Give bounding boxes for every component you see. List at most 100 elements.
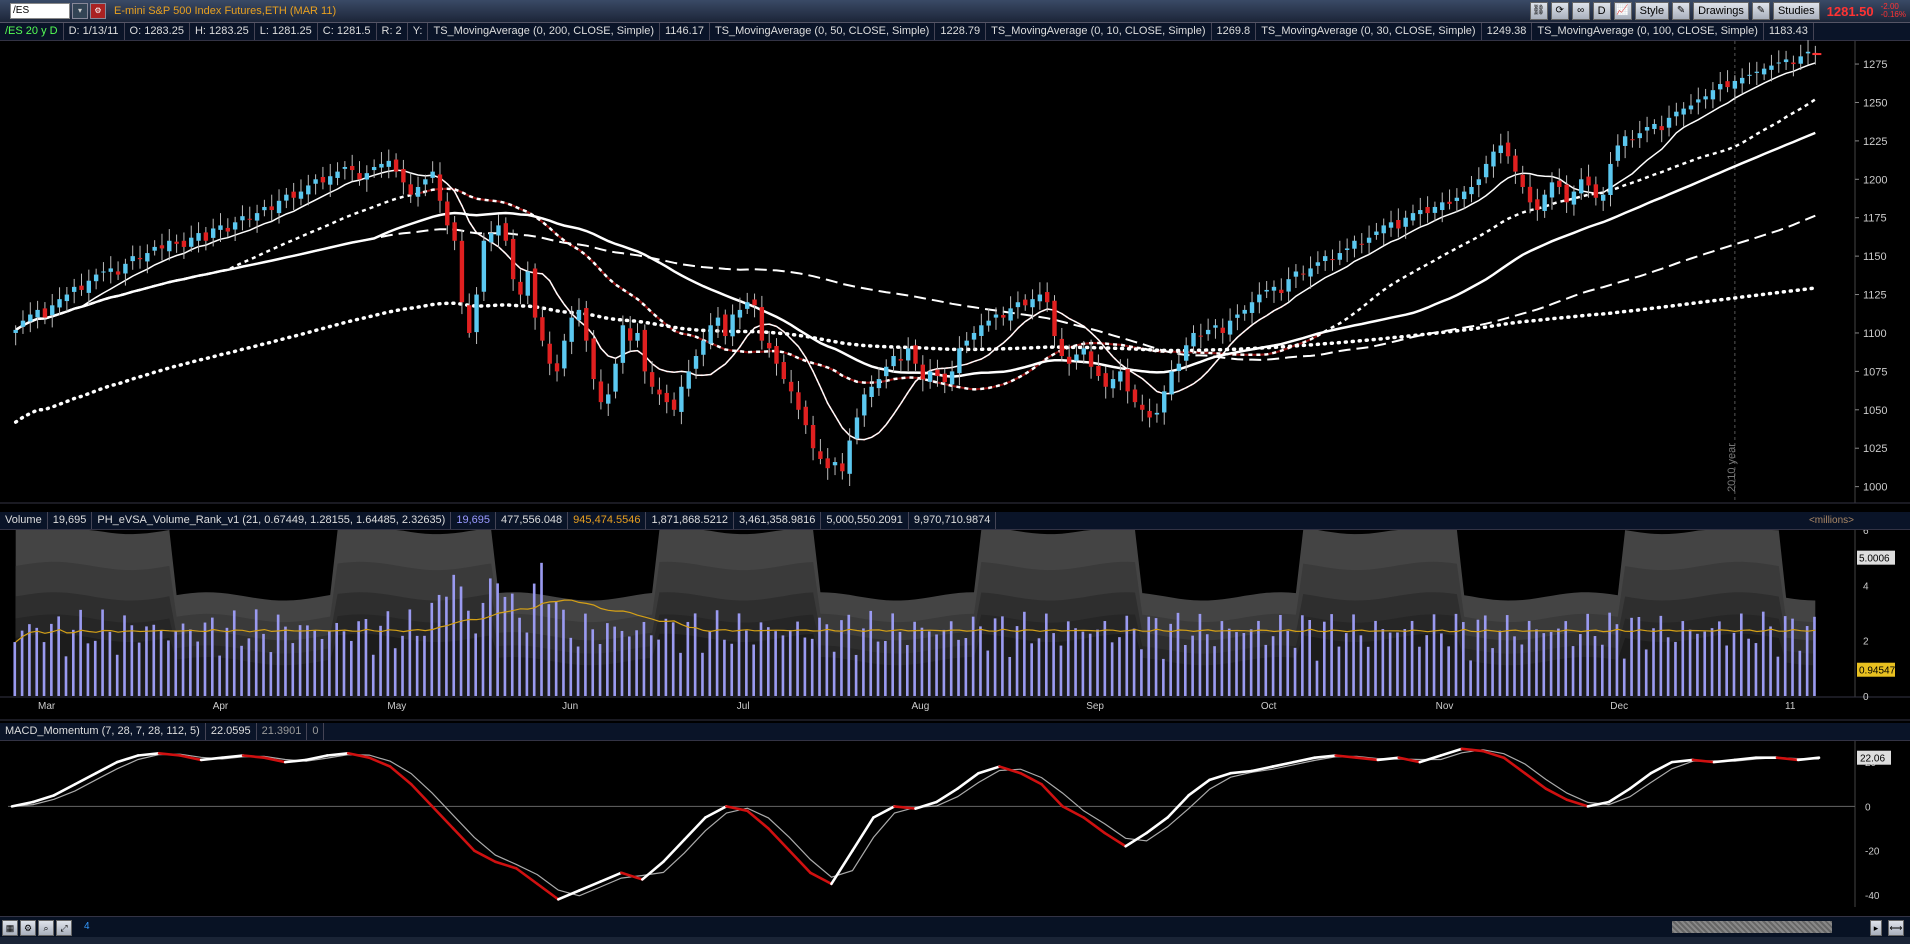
- study-label[interactable]: TS_MovingAverage (0, 10, CLOSE, Simple): [986, 23, 1212, 40]
- volume-bar: [503, 596, 507, 696]
- candle: [1410, 213, 1416, 221]
- candle: [518, 281, 523, 295]
- volume-bar: [1176, 612, 1180, 696]
- volume-bar: [488, 578, 492, 696]
- candle: [1520, 174, 1525, 187]
- volume-bar: [1754, 643, 1758, 696]
- chain-icon[interactable]: ∞: [1571, 2, 1590, 20]
- chart-style-icon[interactable]: 📈: [1613, 2, 1632, 20]
- candle: [554, 363, 560, 372]
- volume-bar: [1162, 658, 1165, 696]
- candle: [532, 268, 538, 318]
- volume-bar: [13, 642, 17, 696]
- candle: [189, 237, 194, 247]
- zoom-icon[interactable]: ⌕: [38, 920, 54, 936]
- vsa-value: 477,556.048: [496, 512, 569, 529]
- candle: [876, 379, 882, 389]
- volume-bar: [1286, 630, 1290, 696]
- chart-period[interactable]: /ES 20 y D: [0, 23, 64, 40]
- candle: [1637, 133, 1642, 139]
- study-label[interactable]: TS_MovingAverage (0, 50, CLOSE, Simple): [710, 23, 936, 40]
- macd-tick-label: -20: [1865, 847, 1880, 858]
- vsa-value: 5,000,550.2091: [821, 512, 909, 529]
- volume-bar: [452, 574, 456, 696]
- candle: [1030, 299, 1035, 308]
- volume-bar: [101, 609, 104, 696]
- macd-segment: [388, 765, 413, 786]
- candle: [152, 246, 157, 251]
- candle: [598, 381, 604, 403]
- candle: [1425, 207, 1430, 214]
- candle: [1059, 338, 1065, 357]
- bar-date: D: 1/13/11: [64, 23, 125, 40]
- zoom-fit-icon[interactable]: ⟷: [1888, 920, 1904, 936]
- refresh-icon[interactable]: ⟳: [1550, 2, 1569, 20]
- candle: [1191, 332, 1196, 347]
- volume-bar: [115, 654, 119, 696]
- study-label[interactable]: TS_MovingAverage (0, 30, CLOSE, Simple): [1256, 23, 1482, 40]
- chart-canvas[interactable]: 1000102510501075110011251150117512001225…: [0, 0, 1910, 944]
- candle: [723, 314, 728, 337]
- volume-bar: [913, 621, 916, 696]
- symbol-input[interactable]: /ES: [10, 3, 70, 19]
- month-label: Jun: [562, 701, 578, 712]
- candle: [788, 381, 794, 392]
- style-button[interactable]: Style: [1634, 2, 1670, 20]
- volume-bar: [810, 638, 814, 696]
- link-icon[interactable]: ⛓: [1529, 2, 1548, 20]
- candle: [1593, 184, 1599, 198]
- grid-icon[interactable]: ▦: [2, 920, 18, 936]
- symbol-lookup-icon[interactable]: ⚙: [90, 3, 106, 19]
- price-tick-label: 1225: [1863, 136, 1887, 148]
- candle: [496, 225, 501, 236]
- settings-icon[interactable]: ⚙: [20, 920, 36, 936]
- volume-bar: [920, 627, 924, 696]
- volume-bar: [349, 640, 353, 696]
- price-tick-label: 1100: [1863, 328, 1887, 340]
- candle: [349, 165, 355, 171]
- candle: [284, 194, 289, 201]
- candle: [949, 371, 955, 385]
- macd-signal-line: [11, 749, 1820, 897]
- macd-segment: [1334, 754, 1359, 760]
- studies-icon[interactable]: ✎: [1751, 2, 1770, 20]
- volume-bar: [876, 641, 880, 696]
- macd-study-label[interactable]: MACD_Momentum (7, 28, 7, 28, 112, 5): [0, 723, 206, 740]
- vsa-study-label[interactable]: PH_eVSA_Volume_Rank_v1 (21, 0.67449, 1.2…: [92, 512, 452, 529]
- expand-icon[interactable]: ⤢: [56, 920, 72, 936]
- drawings-button[interactable]: Drawings: [1693, 2, 1749, 20]
- volume-bar: [1074, 628, 1077, 696]
- vsa-value: 3,461,358.9816: [734, 512, 822, 529]
- volume-label[interactable]: Volume: [0, 512, 48, 529]
- drawings-icon[interactable]: ✎: [1672, 2, 1691, 20]
- volume-bar: [752, 644, 755, 696]
- scrollbar-thumb[interactable]: [1672, 921, 1832, 933]
- volume-bar: [1118, 637, 1121, 696]
- volume-bar: [1718, 621, 1721, 696]
- volume-bar: [467, 610, 470, 696]
- macd-segment: [199, 756, 224, 762]
- study-label[interactable]: TS_MovingAverage (0, 100, CLOSE, Simple): [1532, 23, 1764, 40]
- volume-bar: [1798, 650, 1802, 696]
- aggregation-button[interactable]: D: [1592, 2, 1611, 20]
- volume-bar: [1066, 621, 1070, 696]
- candle: [1301, 273, 1306, 275]
- volume-bar: [1381, 629, 1385, 696]
- bar-y: Y:: [408, 23, 429, 40]
- candle: [408, 184, 413, 195]
- volume-bar: [1805, 626, 1809, 696]
- chart-scrollbar[interactable]: ▦ ⚙ ⌕ ⤢ 4 ▸ ⟷: [0, 916, 1910, 937]
- volume-bar: [1703, 631, 1707, 696]
- studies-button[interactable]: Studies: [1772, 2, 1820, 20]
- candle: [1132, 389, 1138, 403]
- volume-bar: [1044, 613, 1048, 696]
- candle: [452, 222, 457, 241]
- symbol-dropdown-icon[interactable]: ▾: [72, 3, 88, 19]
- macd-segment: [641, 860, 665, 881]
- volume-bar: [35, 627, 39, 696]
- candle: [1154, 412, 1160, 415]
- volume-bar: [474, 633, 477, 696]
- scroll-right-icon[interactable]: ▸: [1870, 920, 1882, 936]
- study-label[interactable]: TS_MovingAverage (0, 200, CLOSE, Simple): [428, 23, 660, 40]
- volume-bar: [927, 631, 931, 696]
